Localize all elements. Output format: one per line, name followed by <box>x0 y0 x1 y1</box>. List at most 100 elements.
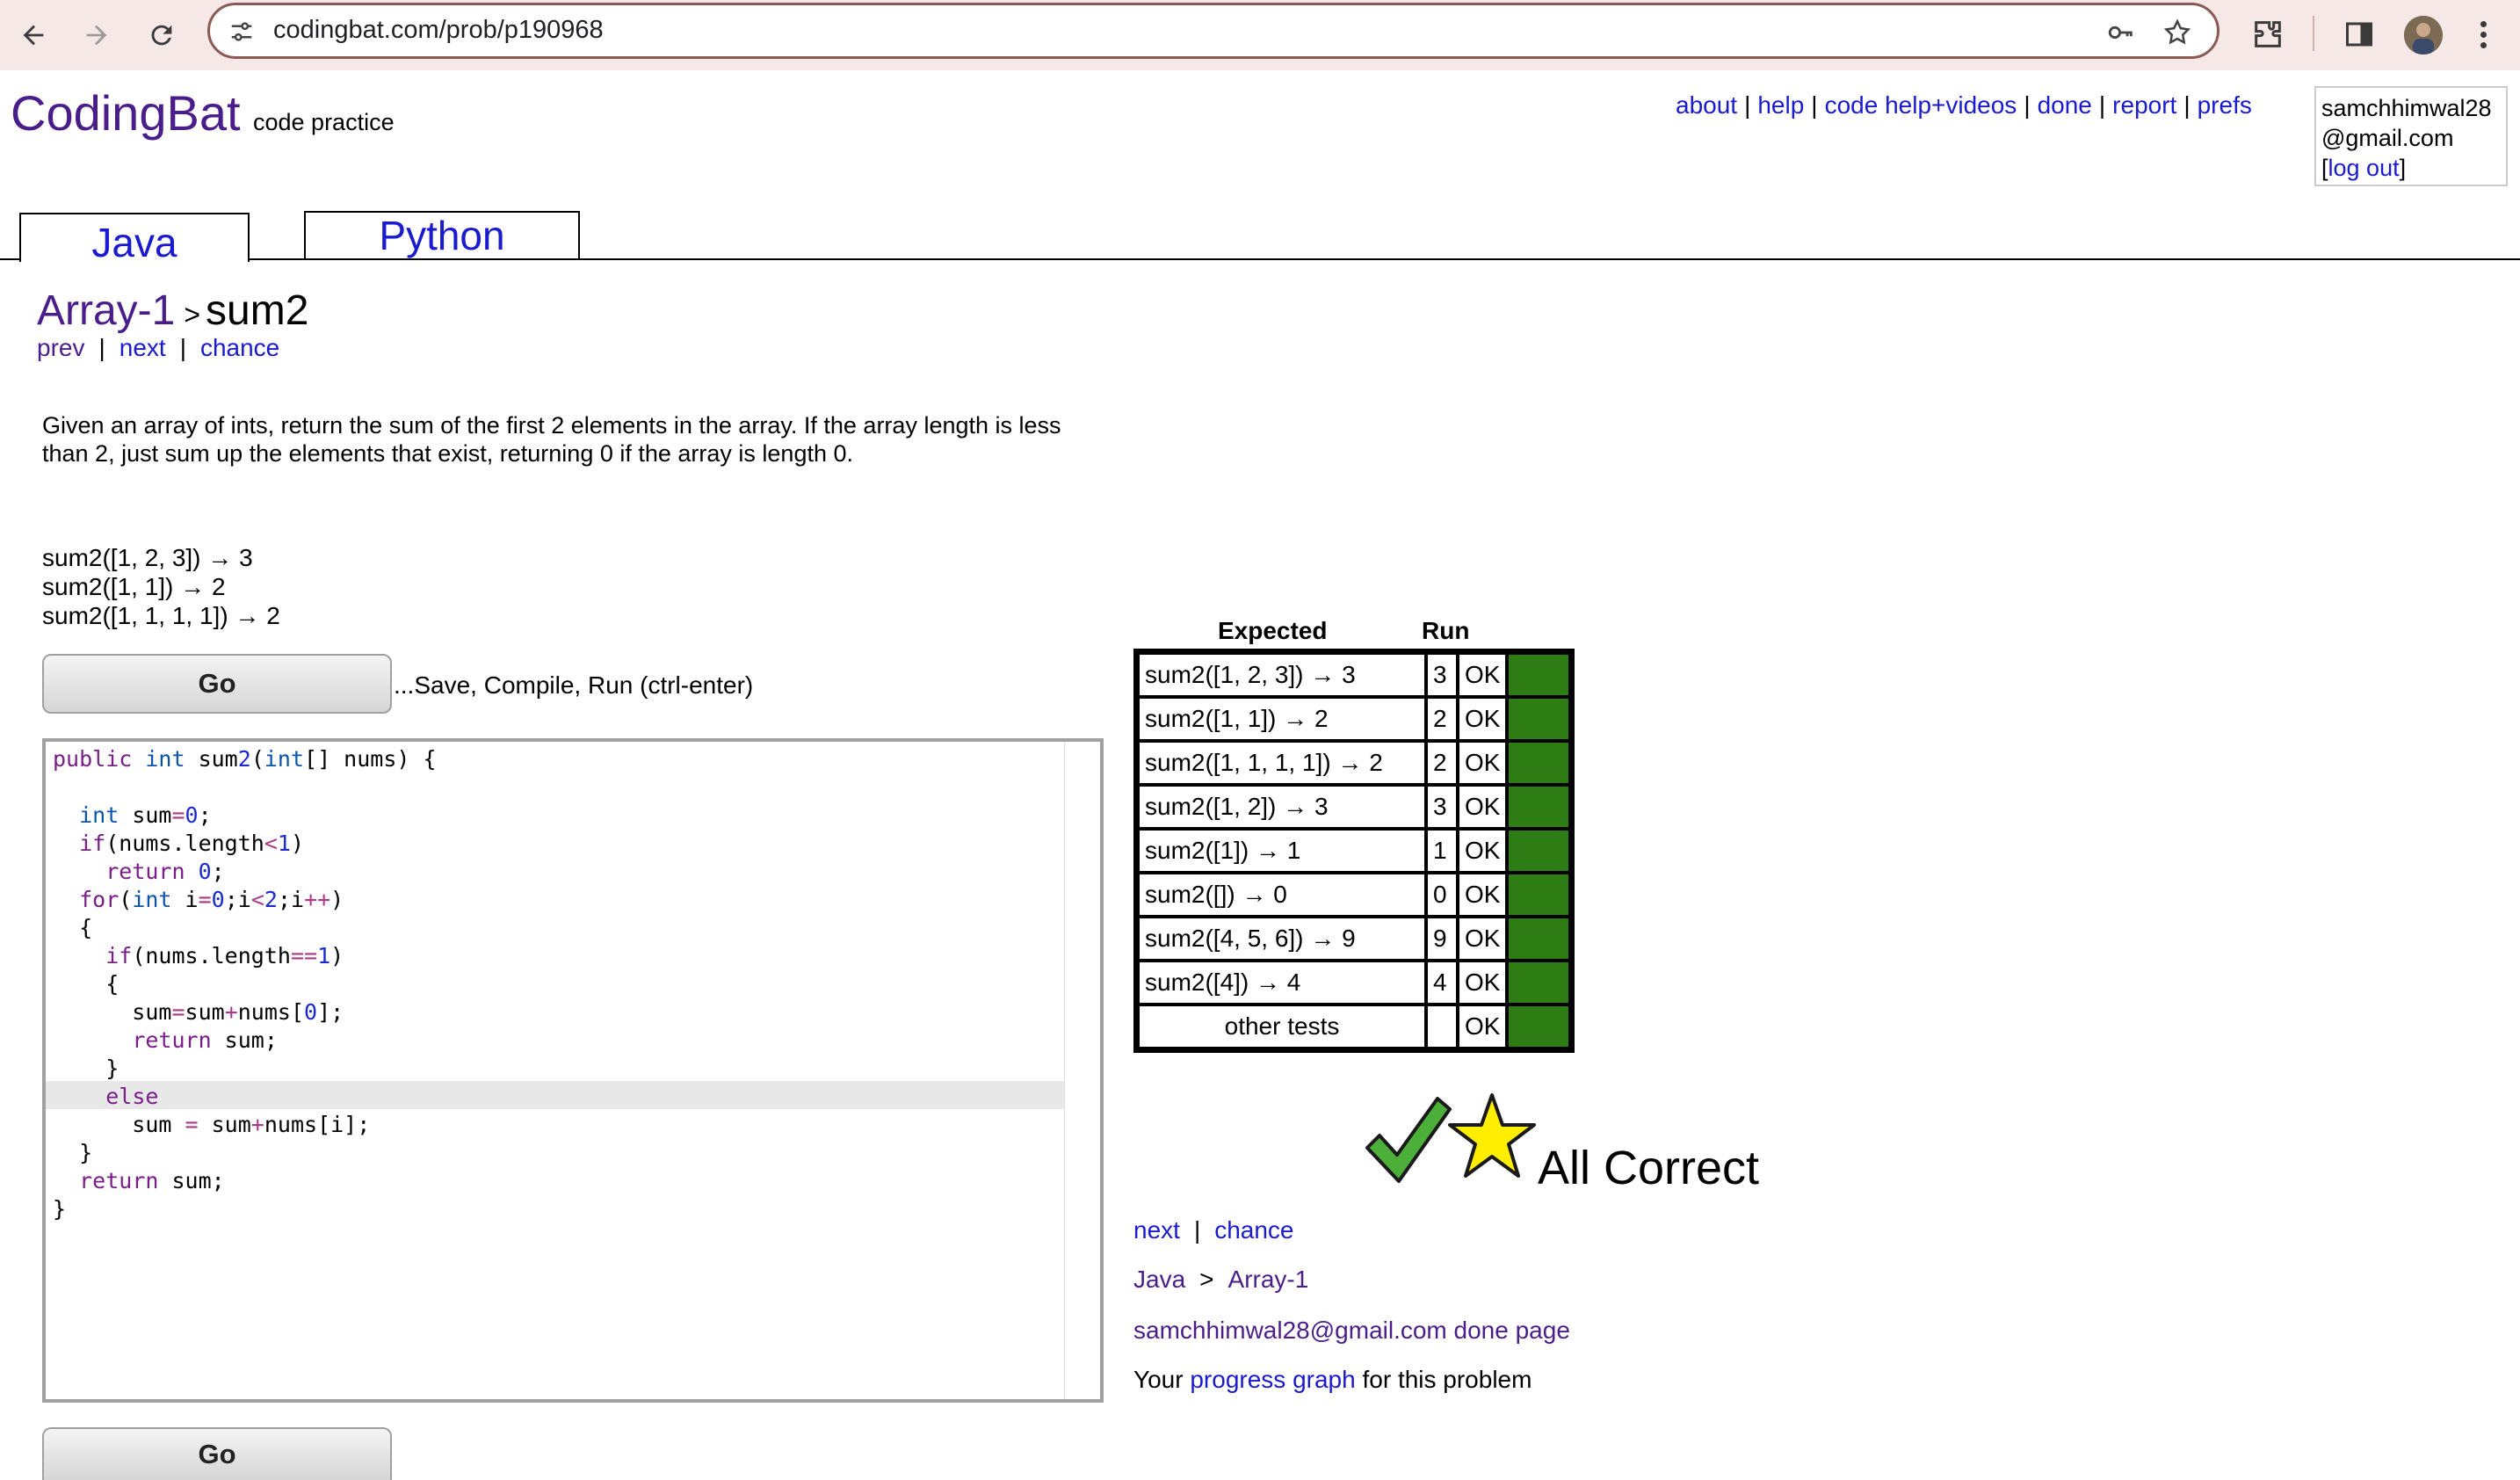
run-header: Run <box>1422 617 1470 644</box>
expected-cell: sum2([4, 5, 6]) → 9 <box>1140 918 1424 959</box>
pass-indicator <box>1509 787 1569 827</box>
profile-avatar[interactable] <box>2404 16 2443 54</box>
code-editor[interactable]: public int sum2(int[] nums) { int sum=0;… <box>42 738 1104 1403</box>
breadcrumb-section-link[interactable]: Array-1 <box>37 287 175 334</box>
expected-cell: sum2([4]) → 4 <box>1140 962 1424 1003</box>
status-cell: OK <box>1459 962 1506 1003</box>
user-box: samchhimwal28 @gmail.com [log out] <box>2314 86 2508 186</box>
about-link[interactable]: about <box>1676 91 1737 119</box>
done-link[interactable]: done <box>2038 91 2092 119</box>
run-cell: 9 <box>1428 918 1456 959</box>
run-cell: 3 <box>1428 787 1456 827</box>
reload-icon[interactable] <box>137 11 186 60</box>
pass-indicator <box>1509 831 1569 871</box>
go-hint: ...Save, Compile, Run (ctrl-enter) <box>394 671 754 699</box>
result-row: sum2([1, 2, 3]) → 3 3 OK <box>1140 655 1569 695</box>
expected-cell: sum2([]) → 0 <box>1140 874 1424 915</box>
status-cell: OK <box>1459 699 1506 739</box>
example-line: sum2([1, 1]) → 2 <box>42 573 226 600</box>
site-info-icon[interactable] <box>224 14 259 49</box>
java-crumb-link[interactable]: Java <box>1133 1266 1185 1293</box>
star-icon <box>1448 1093 1536 1178</box>
examples: sum2([1, 2, 3]) → 3 sum2([1, 1]) → 2 sum… <box>42 543 280 630</box>
expected-cell: sum2([1, 1]) → 2 <box>1140 699 1424 739</box>
tab-python[interactable]: Python <box>304 211 580 260</box>
url-text[interactable]: codingbat.com/prob/p190968 <box>273 16 604 45</box>
after-nav: next | chance <box>1133 1216 1294 1244</box>
browser-toolbar: codingbat.com/prob/p190968 <box>0 0 2520 70</box>
example-line: sum2([1, 2, 3]) → 3 <box>42 544 253 571</box>
code-text[interactable]: public int sum2(int[] nums) { int sum=0;… <box>53 745 437 1223</box>
code-help-videos-link[interactable]: code help+videos <box>1825 91 2017 119</box>
example-line: sum2([1, 1, 1, 1]) → 2 <box>42 602 280 629</box>
site-logo[interactable]: CodingBat <box>11 84 241 141</box>
forward-icon[interactable] <box>72 11 121 60</box>
status-cell: OK <box>1459 918 1506 959</box>
chance-link-bottom[interactable]: chance <box>1214 1216 1293 1244</box>
progress-graph-line: Your progress graph for this problem <box>1133 1366 1532 1393</box>
pass-indicator <box>1509 1006 1569 1047</box>
go-button-bottom[interactable]: Go <box>42 1427 392 1480</box>
problem-title: sum2 <box>206 287 309 334</box>
go-button[interactable]: Go <box>42 654 392 714</box>
key-icon[interactable] <box>2104 16 2138 49</box>
editor-margin-line <box>1064 742 1065 1399</box>
logout-link[interactable]: log out <box>2328 155 2400 181</box>
run-cell <box>1428 1006 1456 1047</box>
prefs-link[interactable]: prefs <box>2198 91 2252 119</box>
result-row: sum2([1, 1]) → 2 2 OK <box>1140 699 1569 739</box>
status-cell: OK <box>1459 1006 1506 1047</box>
expected-cell: sum2([1, 2, 3]) → 3 <box>1140 655 1424 695</box>
bottom-breadcrumb: Java > Array-1 <box>1133 1266 1309 1293</box>
pass-indicator <box>1509 655 1569 695</box>
expected-cell: other tests <box>1140 1006 1424 1047</box>
expected-header: Expected <box>1218 617 1328 644</box>
run-cell: 2 <box>1428 699 1456 739</box>
result-row: other tests OK <box>1140 1006 1569 1047</box>
next-link[interactable]: next <box>119 334 166 361</box>
expected-cell: sum2([1, 2]) → 3 <box>1140 787 1424 827</box>
bookmark-star-icon[interactable] <box>2161 16 2194 49</box>
extensions-icon[interactable] <box>2246 12 2290 56</box>
tab-java[interactable]: Java <box>19 213 250 265</box>
user-email-line2: @gmail.com <box>2321 125 2454 151</box>
pass-indicator <box>1509 699 1569 739</box>
progress-graph-link[interactable]: progress graph <box>1190 1366 1355 1393</box>
status-cell: OK <box>1459 787 1506 827</box>
problem-description: Given an array of ints, return the sum o… <box>42 412 1061 467</box>
array-1-crumb-link[interactable]: Array-1 <box>1228 1266 1309 1293</box>
address-bar[interactable]: codingbat.com/prob/p190968 <box>207 3 2219 59</box>
status-cell: OK <box>1459 874 1506 915</box>
expected-cell: sum2([1]) → 1 <box>1140 831 1424 871</box>
toolbar-divider <box>2313 16 2314 51</box>
result-row: sum2([]) → 0 0 OK <box>1140 874 1569 915</box>
done-page-link[interactable]: samchhimwal28@gmail.com done page <box>1133 1317 1570 1345</box>
run-cell: 4 <box>1428 962 1456 1003</box>
status-cell: OK <box>1459 655 1506 695</box>
next-link-bottom[interactable]: next <box>1133 1216 1180 1244</box>
pass-indicator <box>1509 918 1569 959</box>
breadcrumb: Array-1 > sum2 <box>37 287 309 334</box>
result-row: sum2([1, 2]) → 3 3 OK <box>1140 787 1569 827</box>
pass-indicator <box>1509 874 1569 915</box>
result-row: sum2([1]) → 1 1 OK <box>1140 831 1569 871</box>
user-email-line1: samchhimwal28 <box>2321 95 2492 121</box>
help-link[interactable]: help <box>1757 91 1804 119</box>
status-cell: OK <box>1459 831 1506 871</box>
run-cell: 3 <box>1428 655 1456 695</box>
chance-link[interactable]: chance <box>200 334 279 361</box>
pass-indicator <box>1509 743 1569 783</box>
result-row: sum2([4]) → 4 4 OK <box>1140 962 1569 1003</box>
browser-menu-icon[interactable] <box>2466 12 2501 56</box>
results-table: sum2([1, 2, 3]) → 3 3 OK sum2([1, 1]) → 22O… <box>1133 649 1575 1053</box>
prev-link[interactable]: prev <box>37 334 84 361</box>
side-panel-icon[interactable] <box>2337 12 2381 56</box>
run-cell: 2 <box>1428 743 1456 783</box>
expected-cell: sum2([1, 1, 1, 1]) → 2 <box>1140 743 1424 783</box>
report-link[interactable]: report <box>2112 91 2176 119</box>
result-row: sum2([1, 1, 1, 1]) → 2 2 OK <box>1140 743 1569 783</box>
back-icon[interactable] <box>9 11 58 60</box>
top-nav: about | help | code help+videos | done | report |… <box>1676 91 2252 119</box>
run-cell: 0 <box>1428 874 1456 915</box>
checkmark-icon <box>1365 1097 1452 1183</box>
